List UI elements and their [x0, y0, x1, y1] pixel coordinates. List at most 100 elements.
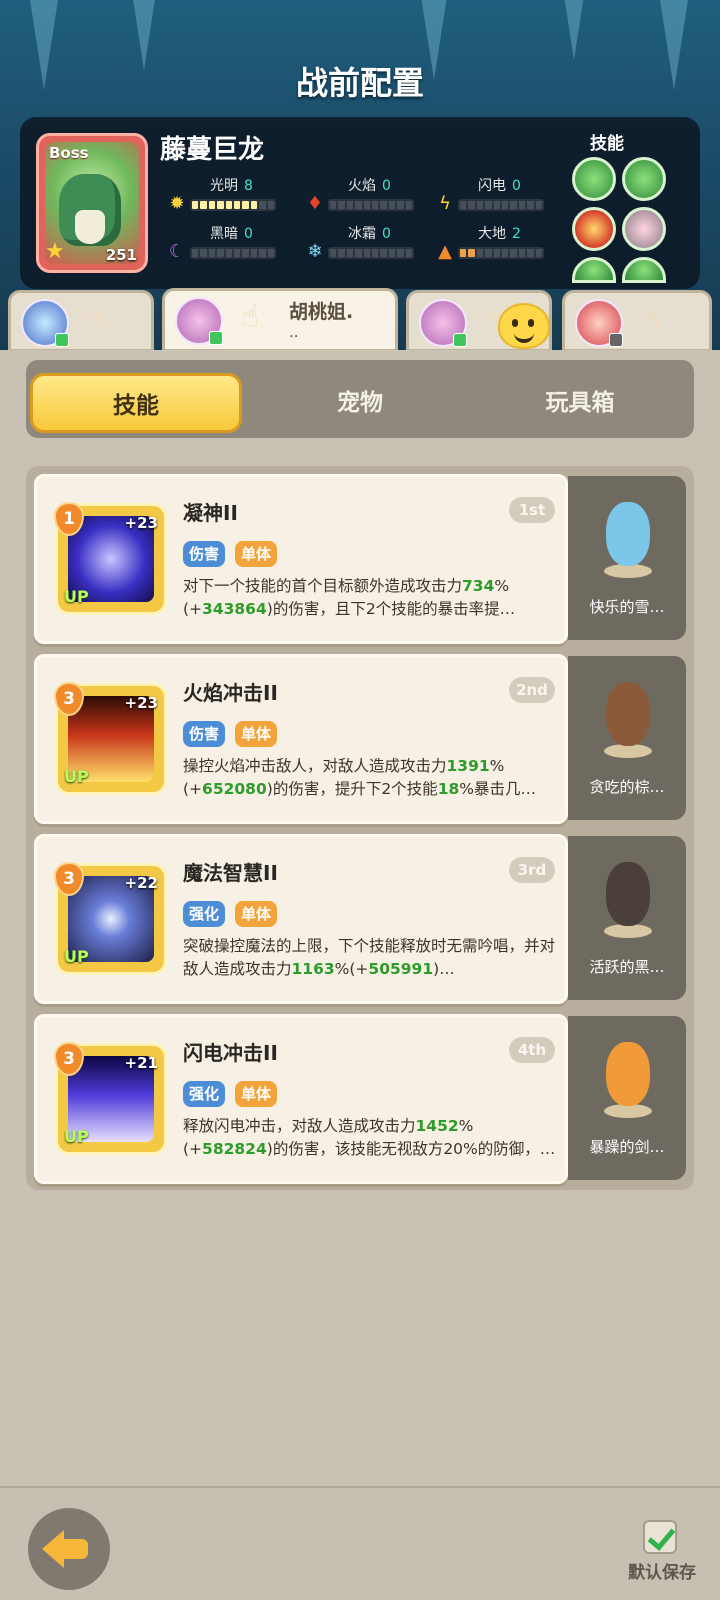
skill-plus-level: +22: [124, 874, 158, 892]
element-label: 黑暗: [210, 226, 238, 242]
pet-name: 暴躁的剑…: [589, 1138, 665, 1156]
snowflake-icon: ❄: [307, 241, 323, 262]
pet-name: 快乐的雪…: [589, 598, 665, 616]
skill-card[interactable]: 1 +23 UP 凝神II 1st 伤害 单体 对下一个技能的首个目标额外造成攻…: [34, 474, 568, 644]
pet-slot[interactable]: 活跃的黑…: [568, 836, 686, 1000]
element-label: 冰霜: [348, 226, 376, 242]
player-tab[interactable]: ☝: [562, 290, 712, 352]
skill-target-tag: 单体: [235, 901, 278, 927]
back-button[interactable]: [28, 1508, 110, 1590]
mountain-icon: ▲: [438, 241, 452, 262]
pet-name: 活跃的黑…: [589, 958, 665, 976]
element-value: 0: [382, 178, 391, 194]
skill-name: 火焰冲击II: [183, 681, 278, 705]
boss-name: 藤蔓巨龙: [160, 135, 265, 165]
hand-icon: ☝: [641, 301, 660, 336]
vine-dragon-image: [59, 174, 121, 246]
skill-description: 突破操控魔法的上限，下个技能释放时无需吟唱，并对敌人造成攻击力1163%(+50…: [183, 937, 556, 978]
element-label: 闪电: [478, 178, 506, 194]
element-bar: [328, 247, 414, 259]
skill-plus-level: +21: [124, 1054, 158, 1072]
element-bar: [190, 199, 276, 211]
sun-icon: ✹: [169, 193, 185, 214]
skill-up-label: UP: [64, 767, 89, 786]
lightning-icon: ϟ: [439, 193, 451, 214]
element-value: 0: [512, 178, 521, 194]
flame-icon: ♦: [306, 193, 324, 214]
skill-description: 操控火焰冲击敌人，对敌人造成攻击力1391%(+652080)的伤害，提升下2个…: [183, 757, 536, 798]
skill-type-tag: 强化: [183, 1081, 226, 1107]
crystal-decoration: [560, 0, 588, 60]
boss-skill-icon[interactable]: [622, 207, 666, 251]
element-value: 0: [244, 226, 253, 242]
skill-type-tag: 伤害: [183, 541, 226, 567]
skill-description: 对下一个技能的首个目标额外造成攻击力734%(+343864)的伤害，且下2个技…: [183, 577, 516, 618]
skill-icon[interactable]: 1 +23 UP: [54, 502, 167, 615]
player-name-line2: ..: [289, 323, 299, 341]
skill-name: 魔法智慧II: [183, 861, 278, 885]
chat-emoji-icon[interactable]: [498, 303, 550, 349]
skill-icon[interactable]: 3 +21 UP: [54, 1042, 167, 1155]
skill-target-tag: 单体: [235, 1081, 278, 1107]
skill-rank-badge: 4th: [509, 1037, 555, 1063]
skill-rank-badge: 1st: [509, 497, 555, 523]
pet-slot[interactable]: 贪吃的棕…: [568, 656, 686, 820]
skill-type-tag: 伤害: [183, 721, 226, 747]
hand-icon: ☝: [87, 301, 106, 336]
skill-target-tag: 单体: [235, 721, 278, 747]
skill-name: 闪电冲击II: [183, 1041, 278, 1065]
page-title: 战前配置: [295, 64, 424, 102]
player-badge-icon: [609, 333, 623, 347]
skill-plus-level: +23: [124, 514, 158, 532]
skill-icon[interactable]: 3 +23 UP: [54, 682, 167, 795]
skill-up-label: UP: [64, 947, 89, 966]
skill-rank-badge: 2nd: [509, 677, 555, 703]
element-value: 2: [512, 226, 521, 242]
player-name: 胡桃姐.: [289, 301, 354, 323]
skill-card[interactable]: 3 +22 UP 魔法智慧II 3rd 强化 单体 突破操控魔法的上限，下个技能…: [34, 834, 568, 1004]
element-label: 火焰: [348, 178, 376, 194]
boss-portrait[interactable]: Boss ★ 251: [36, 133, 148, 273]
moon-icon: ☾: [168, 241, 186, 262]
element-bar: [458, 199, 544, 211]
tab-pets[interactable]: 宠物: [254, 373, 466, 433]
pet-figure: [594, 672, 660, 758]
boss-skill-icon[interactable]: [622, 257, 666, 283]
skill-up-label: UP: [64, 587, 89, 606]
skill-plus-level: +23: [124, 694, 158, 712]
hand-icon: ☝: [241, 299, 260, 334]
pet-figure: [594, 492, 660, 578]
tab-skills[interactable]: 技能: [30, 373, 242, 433]
pet-figure: [594, 852, 660, 938]
pet-slot[interactable]: 快乐的雪…: [568, 476, 686, 640]
skill-icon[interactable]: 3 +22 UP: [54, 862, 167, 975]
boss-info-panel: Boss ★ 251 藤蔓巨龙 ✹ 光明 8 ♦ 火焰 0 ϟ 闪电 0 ☾ 黑…: [20, 117, 700, 289]
skill-rank-badge: 3rd: [509, 857, 555, 883]
pet-figure: [594, 1032, 660, 1118]
skill-type-tag: 强化: [183, 901, 226, 927]
player-tab-active[interactable]: ☝ 胡桃姐. ..: [162, 288, 398, 352]
boss-level: 251: [105, 246, 137, 264]
skill-description: 释放闪电冲击，对敌人造成攻击力1452%(+582824)的伤害，该技能无视敌方…: [183, 1117, 556, 1158]
boss-skills-label: 技能: [590, 134, 624, 154]
skill-name: 凝神II: [183, 501, 238, 525]
skill-target-tag: 单体: [235, 541, 278, 567]
element-value: 8: [244, 178, 253, 194]
back-arrow-icon: [42, 1530, 64, 1568]
player-tab[interactable]: ☝: [8, 290, 154, 352]
tab-toybox[interactable]: 玩具箱: [474, 373, 686, 433]
player-badge-icon: [209, 331, 223, 345]
boss-skill-icon[interactable]: [572, 157, 616, 201]
pet-name: 贪吃的棕…: [589, 778, 665, 796]
boss-skill-icon[interactable]: [622, 157, 666, 201]
boss-skill-icon[interactable]: [572, 207, 616, 251]
skill-card[interactable]: 3 +23 UP 火焰冲击II 2nd 伤害 单体 操控火焰冲击敌人，对敌人造成…: [34, 654, 568, 824]
default-save-label[interactable]: 默认保存: [620, 1558, 704, 1583]
pet-slot[interactable]: 暴躁的剑…: [568, 1016, 686, 1180]
skill-card[interactable]: 3 +21 UP 闪电冲击II 4th 强化 单体 释放闪电冲击，对敌人造成攻击…: [34, 1014, 568, 1184]
default-save-checkbox[interactable]: [643, 1520, 677, 1554]
star-icon: ★: [45, 239, 65, 264]
element-label: 大地: [478, 226, 506, 242]
player-badge-icon: [55, 333, 69, 347]
element-bar: [458, 247, 544, 259]
